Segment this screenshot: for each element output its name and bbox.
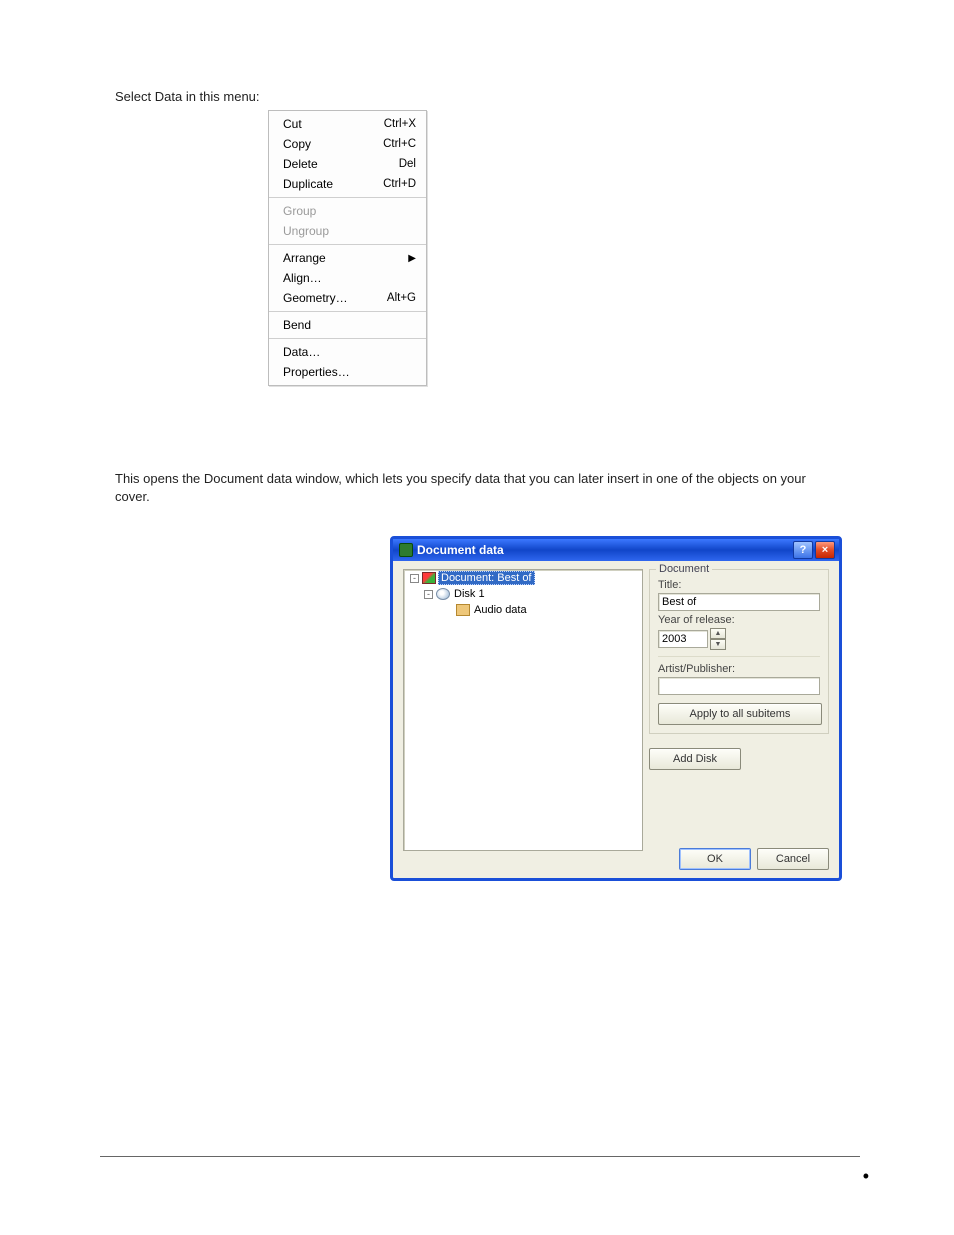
menu-item-align[interactable]: Align…: [269, 268, 426, 288]
ok-button[interactable]: OK: [679, 848, 751, 870]
menu-item-duplicate[interactable]: Duplicate Ctrl+D: [269, 174, 426, 194]
tree-collapse-icon[interactable]: -: [410, 574, 419, 583]
audio-icon: [456, 604, 470, 616]
title-label: Title:: [658, 579, 820, 591]
menu-item-properties[interactable]: Properties…: [269, 362, 426, 382]
submenu-arrow-icon: ▶: [408, 253, 416, 264]
year-input[interactable]: [658, 630, 708, 648]
menu-item-data[interactable]: Data…: [269, 342, 426, 362]
separator: [658, 656, 820, 657]
disk-icon: [436, 588, 450, 600]
menu-item-label: Cut: [283, 117, 302, 131]
document-tree[interactable]: -Document: Best of-Disk 1Audio data: [403, 569, 643, 851]
menu-item-label: Align…: [283, 271, 322, 285]
menu-item-label: Ungroup: [283, 224, 329, 238]
paragraph-select-data: Select Data in this menu:: [115, 88, 415, 106]
tree-item[interactable]: - Document: Best of: [404, 570, 642, 586]
context-menu: Cut Ctrl+X Copy Ctrl+C Delete Del Duplicate Ctr…: [268, 110, 427, 386]
document-data-dialog: Document data ? × -Document: Best of-Dis…: [390, 536, 842, 881]
menu-item-label: Delete: [283, 157, 318, 171]
fieldset-legend: Document: [656, 563, 712, 575]
year-spin-down[interactable]: ▼: [710, 639, 726, 650]
tree-item-label: Audio data: [472, 604, 529, 616]
menu-item-label: Geometry…: [283, 291, 348, 305]
artist-input[interactable]: [658, 677, 820, 695]
dialog-app-icon: [399, 543, 413, 557]
artist-label: Artist/Publisher:: [658, 663, 820, 675]
tree-item[interactable]: - Disk 1: [404, 586, 642, 602]
menu-item-label: Data…: [283, 345, 320, 359]
tree-toggle-spacer: [444, 606, 453, 615]
menu-item-copy[interactable]: Copy Ctrl+C: [269, 134, 426, 154]
menu-item-geometry[interactable]: Geometry… Alt+G: [269, 288, 426, 308]
menu-shortcut: Ctrl+D: [383, 178, 416, 190]
menu-item-group: Group: [269, 201, 426, 221]
year-label: Year of release:: [658, 614, 820, 626]
title-input[interactable]: [658, 593, 820, 611]
menu-shortcut: Alt+G: [387, 292, 416, 304]
footer-bullet-icon: •: [863, 1166, 869, 1187]
help-button[interactable]: ?: [793, 541, 813, 559]
tree-item-label: Disk 1: [452, 588, 487, 600]
menu-item-delete[interactable]: Delete Del: [269, 154, 426, 174]
cancel-button[interactable]: Cancel: [757, 848, 829, 870]
close-button[interactable]: ×: [815, 541, 835, 559]
menu-item-label: Copy: [283, 137, 311, 151]
menu-shortcut: Ctrl+C: [383, 138, 416, 150]
paragraph-document-data-desc: This opens the Document data window, whi…: [115, 470, 835, 505]
document-fieldset: Document Title: Year of release: ▲ ▼ Art…: [649, 569, 829, 734]
menu-shortcut: Ctrl+X: [384, 118, 416, 130]
menu-item-cut[interactable]: Cut Ctrl+X: [269, 114, 426, 134]
menu-item-label: Duplicate: [283, 177, 333, 191]
apply-to-subitems-button[interactable]: Apply to all subitems: [658, 703, 822, 725]
menu-item-bend[interactable]: Bend: [269, 315, 426, 335]
menu-item-ungroup: Ungroup: [269, 221, 426, 241]
dialog-title: Document data: [417, 543, 504, 557]
menu-item-label: Arrange: [283, 251, 326, 265]
tree-collapse-icon[interactable]: -: [424, 590, 433, 599]
menu-item-arrange[interactable]: Arrange ▶: [269, 248, 426, 268]
menu-item-label: Properties…: [283, 365, 350, 379]
tree-item[interactable]: Audio data: [404, 602, 642, 618]
tree-item-label: Document: Best of: [438, 571, 535, 585]
dialog-titlebar[interactable]: Document data ? ×: [393, 539, 839, 561]
add-disk-button[interactable]: Add Disk: [649, 748, 741, 770]
menu-item-label: Bend: [283, 318, 311, 332]
menu-item-label: Group: [283, 204, 316, 218]
footer-rule: [100, 1156, 860, 1157]
doc-icon: [422, 572, 436, 584]
menu-shortcut: Del: [399, 158, 416, 170]
year-spin-up[interactable]: ▲: [710, 628, 726, 639]
